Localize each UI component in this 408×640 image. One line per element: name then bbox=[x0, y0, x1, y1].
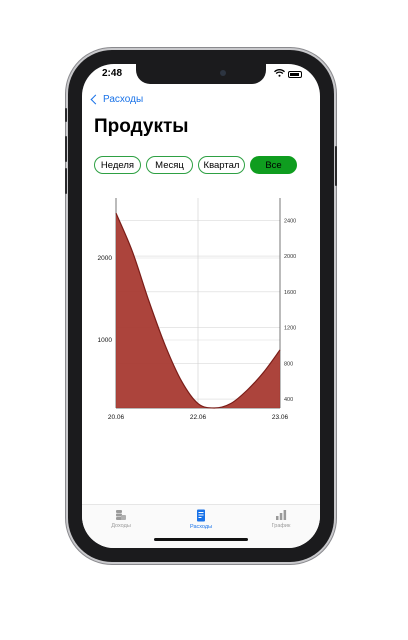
battery-icon bbox=[288, 70, 302, 78]
tab-expenses-label: Расходы bbox=[189, 524, 213, 530]
right-axis-tick-label: 800 bbox=[284, 361, 293, 367]
tab-bar: Доходы Расходы График bbox=[82, 504, 320, 548]
x-axis-tick-label: 23.06 bbox=[272, 414, 289, 421]
tab-income-label: Доходы bbox=[111, 523, 131, 529]
back-label: Расходы bbox=[103, 94, 144, 105]
page-title: Продукты bbox=[94, 116, 189, 137]
right-axis-tick-label: 2000 bbox=[284, 254, 296, 260]
tab-expenses[interactable]: Расходы bbox=[166, 509, 236, 530]
x-axis-tick-label: 20.06 bbox=[108, 414, 125, 421]
right-axis-tick-label: 1600 bbox=[284, 290, 296, 296]
receipt-icon bbox=[197, 509, 205, 522]
segment-quarter[interactable]: Квартал bbox=[198, 156, 245, 174]
screen: 2:48 Расходы Продукты Неделя Месяц Кварт… bbox=[82, 64, 320, 548]
bar-chart-icon bbox=[276, 510, 287, 520]
right-axis-tick-label: 1200 bbox=[284, 326, 296, 332]
period-segmented-control: Неделя Месяц Квартал Все bbox=[94, 156, 297, 174]
back-button[interactable]: Расходы bbox=[90, 94, 143, 105]
tab-chart[interactable]: График bbox=[246, 509, 316, 529]
status-icons bbox=[274, 69, 302, 79]
status-time: 2:48 bbox=[102, 68, 123, 79]
notch bbox=[136, 64, 266, 84]
camera-icon bbox=[220, 70, 226, 76]
coins-icon bbox=[116, 510, 126, 520]
tab-income[interactable]: Доходы bbox=[86, 509, 156, 529]
tab-chart-label: График bbox=[271, 523, 291, 529]
right-axis-tick-label: 2400 bbox=[284, 218, 296, 224]
mute-switch bbox=[65, 108, 67, 122]
home-indicator bbox=[154, 538, 248, 541]
segment-month[interactable]: Месяц bbox=[146, 156, 193, 174]
left-axis-tick-label: 2000 bbox=[98, 255, 113, 262]
left-axis-tick-label: 1000 bbox=[98, 337, 113, 344]
power-button bbox=[335, 146, 337, 186]
x-axis-tick-label: 22.06 bbox=[190, 414, 207, 421]
expense-area-chart: 2400 2000 1600 1200 800 400 2000 1000 20.06 22.06… bbox=[98, 198, 296, 421]
volume-down-button bbox=[65, 168, 67, 194]
volume-up-button bbox=[65, 136, 67, 162]
right-axis-tick-label: 400 bbox=[284, 397, 293, 403]
segment-week[interactable]: Неделя bbox=[94, 156, 141, 174]
segment-all[interactable]: Все bbox=[250, 156, 297, 174]
chevron-left-icon bbox=[90, 94, 101, 105]
phone-frame: 2:48 Расходы Продукты Неделя Месяц Кварт… bbox=[65, 50, 337, 562]
wifi-icon bbox=[274, 69, 285, 79]
